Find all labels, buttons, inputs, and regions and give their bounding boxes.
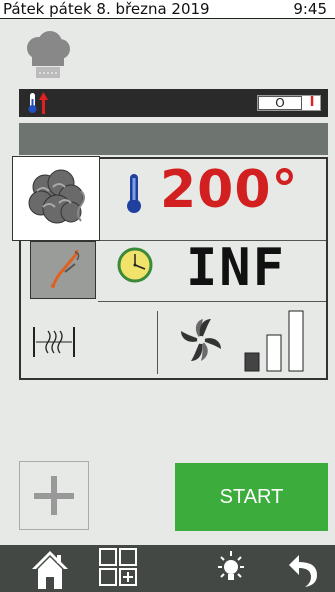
toggle-on-label: I <box>309 95 315 110</box>
core-probe-icon[interactable] <box>30 241 96 299</box>
start-button[interactable]: START <box>175 463 328 531</box>
thermometer-up-icon <box>27 92 53 118</box>
programs-grid-icon[interactable] <box>98 545 138 592</box>
back-icon[interactable] <box>285 545 321 592</box>
divider <box>157 311 158 374</box>
clock-icon <box>115 246 157 288</box>
humidity-icon[interactable] <box>32 323 78 365</box>
info-bar <box>19 123 328 155</box>
fan-speed-indicator[interactable] <box>243 309 313 377</box>
temperature-value[interactable]: 200° <box>160 160 299 220</box>
time-value[interactable]: INF <box>186 238 286 298</box>
chef-hat-icon[interactable] <box>22 30 74 82</box>
combi-steam-icon[interactable] <box>12 156 100 241</box>
bottom-nav-bar <box>0 545 335 592</box>
status-time: 9:45 <box>293 0 327 18</box>
light-icon[interactable] <box>213 545 249 592</box>
on-off-toggle[interactable]: O I <box>257 95 321 111</box>
fan-icon[interactable] <box>173 313 229 371</box>
add-step-button[interactable] <box>19 461 89 530</box>
status-bar: Pátek pátek 8. března 2019 9:45 <box>0 0 335 19</box>
status-date: Pátek pátek 8. března 2019 <box>3 0 210 18</box>
plus-icon <box>34 476 74 515</box>
thermometer-icon <box>124 172 144 218</box>
divider <box>98 301 326 302</box>
temperature-mode-bar: O I <box>19 89 328 117</box>
toggle-off-label: O <box>258 96 302 110</box>
home-icon[interactable] <box>30 545 70 592</box>
